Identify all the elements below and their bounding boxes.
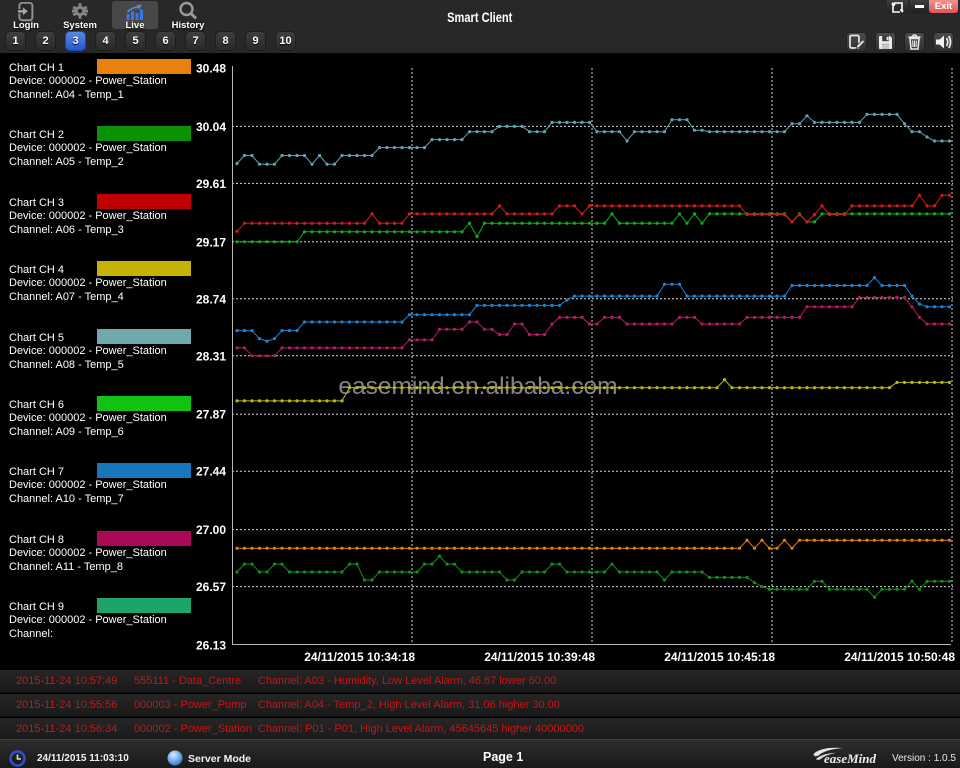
svg-text:24/11/2015 10:34:18: 24/11/2015 10:34:18 (304, 650, 415, 664)
svg-text:24/11/2015 10:50:48: 24/11/2015 10:50:48 (844, 650, 955, 664)
svg-text:24/11/2015 10:39:48: 24/11/2015 10:39:48 (484, 650, 595, 664)
svg-text:24/11/2015 10:45:18: 24/11/2015 10:45:18 (664, 650, 775, 664)
svg-text:easeMind: easeMind (824, 751, 877, 766)
